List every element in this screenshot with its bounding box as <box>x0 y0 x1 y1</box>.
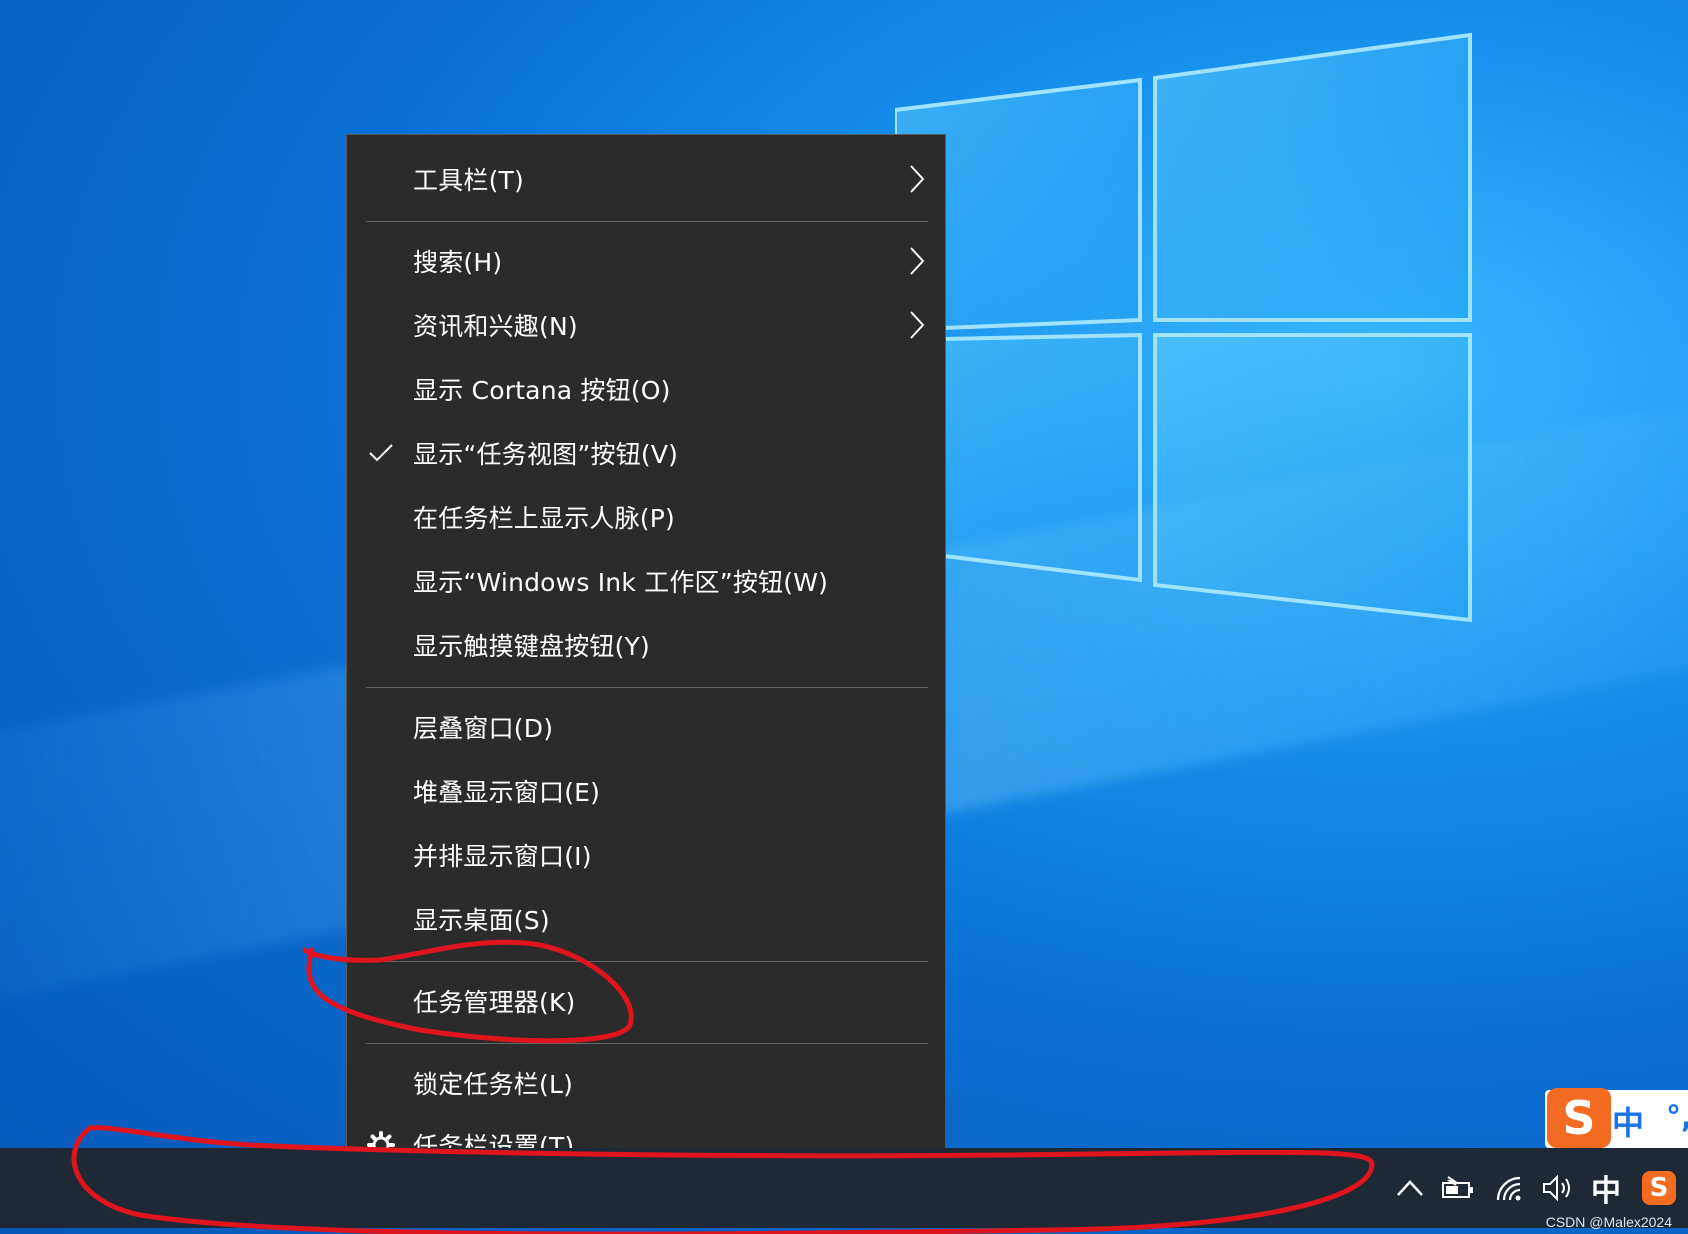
menu-item-label: 显示桌面(S) <box>413 906 550 935</box>
menu-item-label: 锁定任务栏(L) <box>413 1070 574 1099</box>
sogou-logo-icon: S <box>1642 1171 1676 1205</box>
battery-charging-icon <box>1442 1176 1473 1198</box>
menu-separator <box>366 961 928 962</box>
taskbar-context-menu: 工具栏(T) 搜索(H) 资讯和兴趣(N) 显示 Cortana 按钮(O) 显… <box>346 134 946 1194</box>
menu-item-task-manager[interactable]: 任务管理器(K) <box>347 969 945 1033</box>
chevron-right-icon <box>910 165 925 193</box>
show-hidden-icons-button[interactable] <box>1392 1148 1428 1228</box>
menu-item-lock-taskbar[interactable]: 锁定任务栏(L) <box>347 1051 945 1115</box>
battery-tray-button[interactable] <box>1436 1148 1480 1228</box>
menu-item-label: 任务管理器(K) <box>413 988 576 1017</box>
menu-item-show-desktop[interactable]: 显示桌面(S) <box>347 887 945 951</box>
menu-item-show-task-view[interactable]: 显示“任务视图”按钮(V) <box>347 421 945 485</box>
menu-item-stack-windows[interactable]: 堆叠显示窗口(E) <box>347 759 945 823</box>
ime-mode-toggle[interactable]: 中 <box>1612 1098 1644 1144</box>
chevron-up-icon <box>1397 1180 1423 1196</box>
menu-item-label: 工具栏(T) <box>413 166 524 195</box>
windows-logo-wallpaper <box>895 32 1472 623</box>
menu-item-label: 搜索(H) <box>413 248 503 277</box>
speaker-volume-icon <box>1543 1174 1570 1202</box>
menu-item-side-by-side[interactable]: 并排显示窗口(I) <box>347 823 945 887</box>
menu-item-label: 堆叠显示窗口(E) <box>413 778 601 807</box>
menu-item-show-people[interactable]: 在任务栏上显示人脉(P) <box>347 485 945 549</box>
menu-separator <box>366 1043 928 1044</box>
menu-item-toolbars[interactable]: 工具栏(T) <box>347 147 945 211</box>
menu-item-search[interactable]: 搜索(H) <box>347 229 945 293</box>
menu-item-label: 显示触摸键盘按钮(Y) <box>413 632 650 661</box>
network-tray-button[interactable] <box>1488 1148 1532 1228</box>
menu-item-show-cortana[interactable]: 显示 Cortana 按钮(O) <box>347 357 945 421</box>
menu-item-touch-keyboard[interactable]: 显示触摸键盘按钮(Y) <box>347 613 945 677</box>
menu-item-label: 并排显示窗口(I) <box>413 842 592 871</box>
menu-separator <box>366 221 928 222</box>
chevron-right-icon <box>910 247 925 275</box>
sogou-ime-logo-icon[interactable]: S <box>1547 1088 1611 1148</box>
taskbar[interactable]: 中 S <box>0 1148 1688 1228</box>
menu-item-windows-ink[interactable]: 显示“Windows Ink 工作区”按钮(W) <box>347 549 945 613</box>
menu-item-label: 层叠窗口(D) <box>413 714 554 743</box>
menu-item-label: 资讯和兴趣(N) <box>413 312 578 341</box>
menu-item-news-interests[interactable]: 资讯和兴趣(N) <box>347 293 945 357</box>
ime-punctuation-toggle[interactable]: °, <box>1666 1100 1688 1135</box>
menu-item-label: 显示“Windows Ink 工作区”按钮(W) <box>413 568 829 597</box>
checkmark-icon <box>369 444 393 462</box>
menu-item-label: 显示“任务视图”按钮(V) <box>413 440 679 469</box>
watermark: CSDN @Malex2024 <box>1545 1214 1672 1230</box>
sogou-ime-letter: S <box>1562 1091 1596 1145</box>
menu-item-label: 在任务栏上显示人脉(P) <box>413 504 675 533</box>
menu-item-label: 显示 Cortana 按钮(O) <box>413 376 671 405</box>
menu-separator <box>366 687 928 688</box>
menu-item-cascade-windows[interactable]: 层叠窗口(D) <box>347 695 945 759</box>
sogou-tray-letter: S <box>1649 1173 1669 1203</box>
wifi-icon <box>1496 1176 1521 1201</box>
chevron-right-icon <box>910 311 925 339</box>
